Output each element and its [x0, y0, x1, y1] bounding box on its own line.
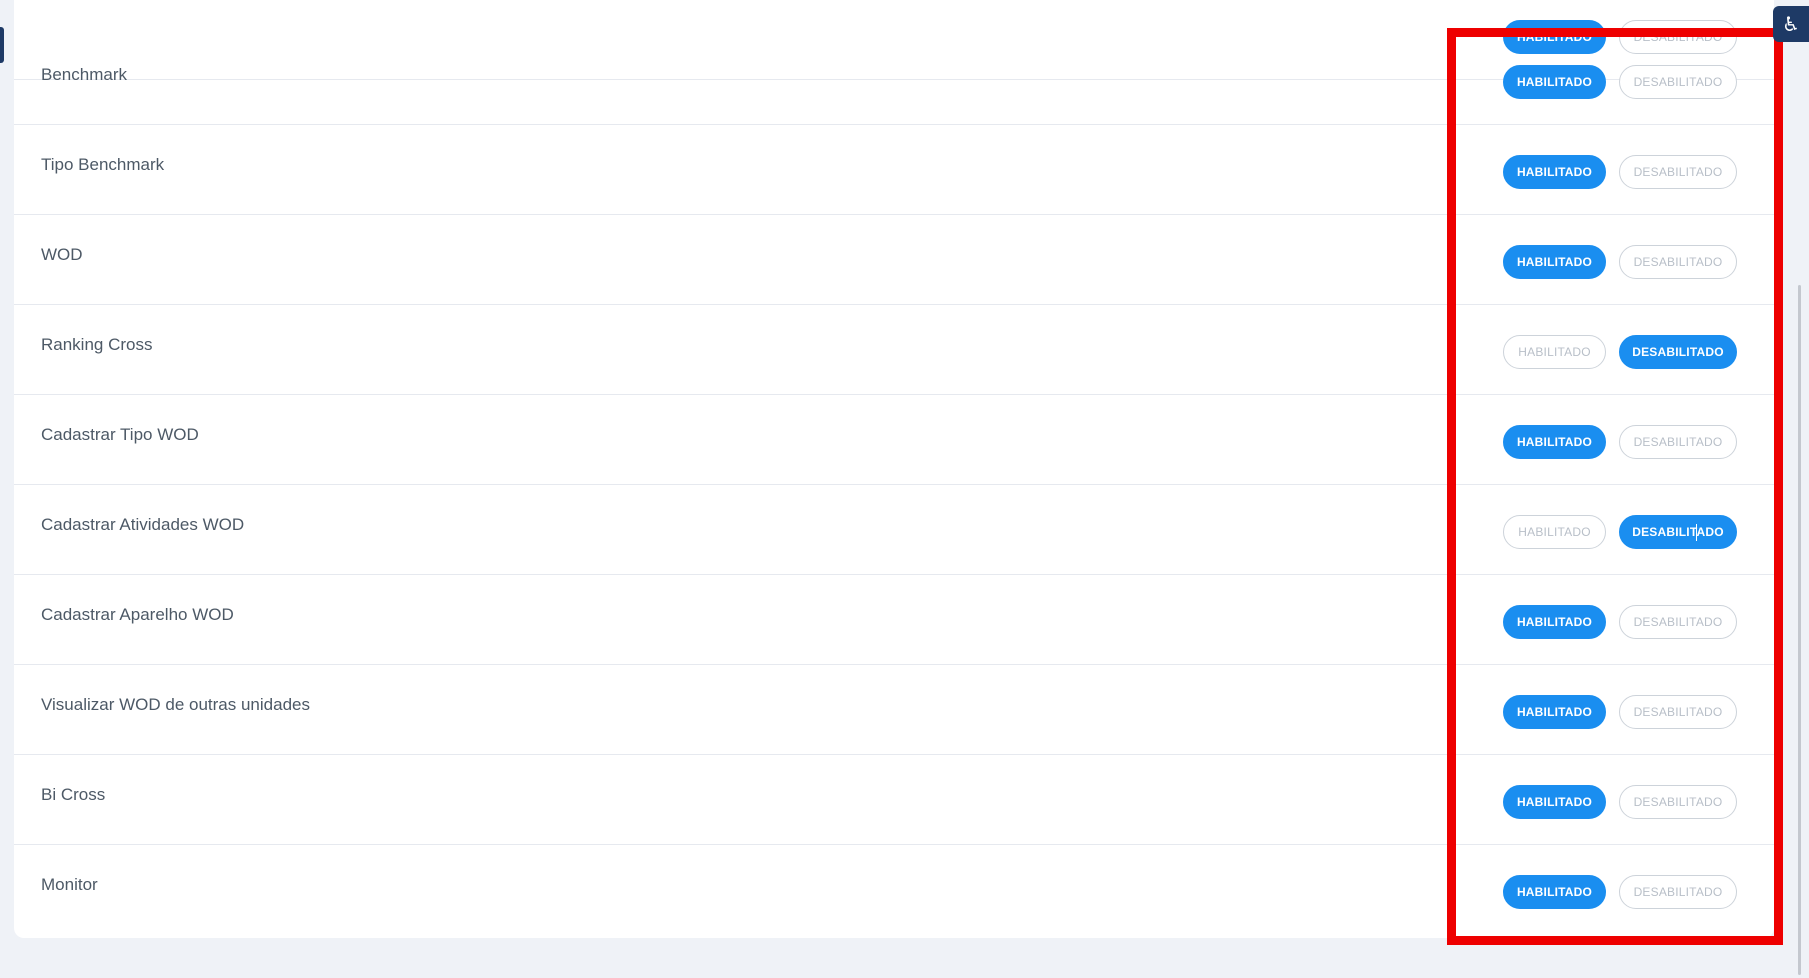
permission-row: Visualizar WOD de outras unidades HABILI…: [14, 665, 1774, 755]
enabled-button[interactable]: HABILITADO: [1503, 785, 1606, 819]
permission-row: Bi Cross HABILITADO DESABILITADO: [14, 755, 1774, 845]
enabled-button[interactable]: HABILITADO: [1503, 425, 1606, 459]
disabled-button[interactable]: DESABILITADO: [1619, 875, 1737, 909]
disabled-button[interactable]: DESABILITADO: [1619, 335, 1737, 369]
left-side-tab[interactable]: [0, 27, 4, 63]
permission-label: Ranking Cross: [41, 335, 153, 354]
permission-label: Visualizar WOD de outras unidades: [41, 695, 310, 714]
permission-label: WOD: [41, 245, 83, 264]
permission-row: WOD HABILITADO DESABILITADO: [14, 215, 1774, 305]
enabled-button[interactable]: HABILITADO: [1503, 245, 1606, 279]
disabled-button[interactable]: DESABILITADO: [1619, 605, 1737, 639]
permission-row: Monitor HABILITADO DESABILITADO: [14, 845, 1774, 935]
enabled-button[interactable]: HABILITADO: [1503, 335, 1606, 369]
accessibility-button[interactable]: ♿: [1773, 6, 1809, 42]
permission-label: Cadastrar Atividades WOD: [41, 515, 245, 534]
enabled-button[interactable]: HABILITADO: [1503, 515, 1606, 549]
disabled-button[interactable]: DESABILITADO: [1619, 245, 1737, 279]
enabled-button[interactable]: HABILITADO: [1503, 155, 1606, 189]
permission-label: Cadastrar Tipo WOD: [41, 425, 199, 444]
permission-label: Monitor: [41, 875, 98, 894]
accessibility-icon: ♿: [1782, 12, 1800, 36]
permission-label: Tipo Benchmark: [41, 155, 165, 174]
disabled-button[interactable]: DESABILITADO: [1619, 785, 1737, 819]
permission-row: Tipo Benchmark HABILITADO DESABILITADO: [14, 125, 1774, 215]
permission-row: Cadastrar Tipo WOD HABILITADO DESABILITA…: [14, 395, 1774, 485]
permission-row: Benchmark HABILITADO DESABILITADO: [14, 35, 1774, 125]
disabled-button[interactable]: DESABILITADO: [1619, 515, 1737, 549]
disabled-button-label: DESABILITADO: [1632, 525, 1724, 539]
permission-row: Ranking Cross HABILITADO DESABILITADO: [14, 305, 1774, 395]
disabled-button[interactable]: DESABILITADO: [1619, 155, 1737, 189]
permission-row: Cadastrar Aparelho WOD HABILITADO DESABI…: [14, 575, 1774, 665]
permissions-card: HABILITADO DESABILITADO Benchmark HABILI…: [14, 0, 1774, 938]
enabled-button[interactable]: HABILITADO: [1503, 695, 1606, 729]
text-cursor: [1696, 524, 1697, 541]
scrollbar[interactable]: [1798, 285, 1801, 975]
permission-label: Bi Cross: [41, 785, 106, 804]
permission-label: Benchmark: [41, 65, 127, 84]
permission-label: Cadastrar Aparelho WOD: [41, 605, 234, 624]
disabled-button[interactable]: DESABILITADO: [1619, 65, 1737, 99]
disabled-button[interactable]: DESABILITADO: [1619, 695, 1737, 729]
disabled-button[interactable]: DESABILITADO: [1619, 425, 1737, 459]
permission-row: Cadastrar Atividades WOD HABILITADO DESA…: [14, 485, 1774, 575]
enabled-button[interactable]: HABILITADO: [1503, 65, 1606, 99]
enabled-button[interactable]: HABILITADO: [1503, 875, 1606, 909]
enabled-button[interactable]: HABILITADO: [1503, 605, 1606, 639]
